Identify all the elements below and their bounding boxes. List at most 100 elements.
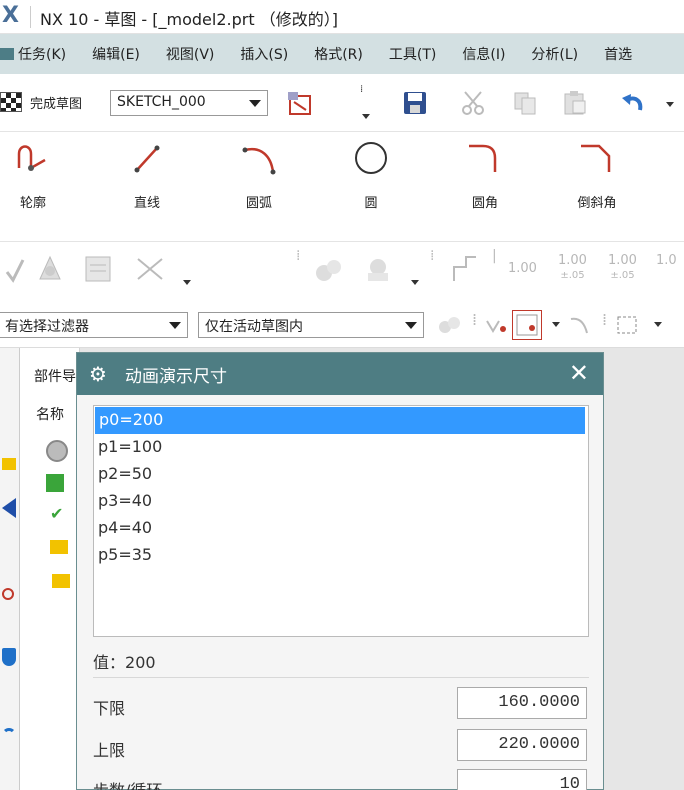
limit-dimension-button[interactable]: 1.00 ±.05 [608,254,637,283]
title-bar: X NX 10 - 草图 - [_model2.prt （修改的）] [0,0,684,34]
divider [93,677,589,678]
tree-node-folder-1[interactable] [50,540,68,554]
corner-dimension-icon[interactable] [448,254,478,284]
relations-browser-icon[interactable] [82,254,112,284]
checkered-flag-icon [0,92,22,112]
selection-box-dropdown-icon[interactable] [654,322,662,327]
make-symmetric-icon[interactable] [134,254,164,284]
undo-dropdown-icon[interactable] [666,102,674,107]
auto-constraint-icon[interactable] [34,254,64,284]
tool-chamfer[interactable]: 倒斜角 [562,138,632,211]
animate-dimension-dialog: ⚙ 动画演示尺寸 ✕ p0=200 p1=100 p2=50 p3=40 p4=… [76,352,604,790]
list-item[interactable]: p0=200 [95,407,585,434]
snap-end-icon[interactable] [482,310,512,340]
wifi-icon[interactable] [2,728,16,742]
menu-bar: 任务(K) 编辑(E) 视图(V) 插入(S) 格式(R) 工具(T) 信息(I… [0,34,684,74]
cut-icon[interactable] [458,88,488,118]
chevron-down-icon [249,100,261,107]
tool-circle[interactable]: 圆 [336,138,406,211]
tool-profile[interactable]: 轮廓 [0,138,68,211]
snap-arc-icon[interactable] [566,310,596,340]
name-column-header[interactable]: 名称 [36,404,64,424]
tool-fillet[interactable]: 圆角 [450,138,520,211]
geometry-icon[interactable] [362,254,392,284]
lower-limit-input[interactable]: 160.0000 [457,687,587,719]
toolbar-grip: | [492,248,497,264]
menu-analysis[interactable]: 分析(L) [531,44,578,64]
tree-node-cameras[interactable] [46,474,64,492]
undo-icon[interactable] [618,88,648,118]
constraint-check-icon[interactable] [0,256,30,286]
chamfer-icon [581,144,611,172]
line-icon [134,145,160,173]
menu-info[interactable]: 信息(I) [462,44,505,64]
dimension-icon[interactable] [312,254,342,284]
menu-task[interactable]: 任务(K) [0,44,66,64]
finish-sketch-button[interactable]: 完成草图 [0,92,82,112]
snap-point-icon[interactable] [434,310,464,340]
dimension-list[interactable]: p0=200 p1=100 p2=50 p3=40 p4=40 p5=35 [93,405,589,637]
steps-per-cycle-input[interactable]: 10 [457,769,587,790]
geometry-dropdown-icon[interactable] [411,280,419,285]
menu-grip-icon [0,48,14,60]
snap-dropdown-icon[interactable] [552,322,560,327]
toolbar-grip: ⁞ [296,248,301,264]
toolbar-grip: ⁞ [360,84,364,95]
gear-icon[interactable]: ⚙ [89,362,115,386]
tool-arc[interactable]: 圆弧 [224,138,294,211]
list-item[interactable]: p2=50 [94,461,588,488]
tree-node-model-views[interactable] [46,440,68,462]
snap-intersection-icon[interactable] [512,310,542,340]
folder-icon[interactable] [2,458,16,470]
copy-icon[interactable] [510,88,540,118]
list-item[interactable]: p5=35 [94,542,588,569]
selection-filter-dropdown[interactable]: 有选择过滤器 [0,312,188,338]
tool-line[interactable]: 直线 [112,138,182,211]
navigator-tab[interactable]: 部件导 [34,366,76,386]
constraint-dropdown-icon[interactable] [183,280,191,285]
nx-logo: X [2,3,19,28]
upper-limit-input[interactable]: 220.0000 [457,729,587,761]
toolbar-grip: ⁞ [430,248,435,264]
list-item[interactable]: p4=40 [94,515,588,542]
tree-node-history[interactable]: ✔ [50,504,63,523]
toolbar-grip: ⁞ [602,310,608,329]
current-value: 值：200 [93,653,156,672]
constraint-toolbar: ⁞ ⁞ | 1.00 1.00 ±.05 1.00 ±.05 1.0 [0,242,684,300]
resource-bar [0,348,20,790]
selection-scope-dropdown[interactable]: 仅在活动草图内 [198,312,424,338]
paste-icon[interactable] [560,88,590,118]
dialog-title: 动画演示尺寸 [125,366,227,387]
title-separator [30,6,31,28]
menu-edit[interactable]: 编辑(E) [92,44,140,64]
list-item[interactable]: p3=40 [94,488,588,515]
assembly-icon[interactable] [2,498,16,518]
dialog-title-bar[interactable]: ⚙ 动画演示尺寸 ✕ [77,353,603,395]
filter-bar: 有选择过滤器 仅在活动草图内 ⁞ ⁞ [0,300,684,348]
toolbar-grip: ⁞ [472,310,478,329]
shield-icon[interactable] [2,648,16,666]
part-navigator: 部件导 名称 ✔ [20,348,80,790]
arc-icon [242,147,276,175]
menu-insert[interactable]: 插入(S) [240,44,288,64]
overflow-arrow-icon[interactable] [362,114,370,119]
menu-tools[interactable]: 工具(T) [389,44,436,64]
tolerance-dimension-button[interactable]: 1.00 ±.05 [558,254,587,283]
basic-dimension-button[interactable]: 1.0 [656,254,677,268]
sketch-settings-icon[interactable] [286,88,316,118]
menu-format[interactable]: 格式(R) [314,44,363,64]
menu-view[interactable]: 视图(V) [166,44,215,64]
save-icon[interactable] [400,88,430,118]
decimal-dimension-button[interactable]: 1.00 [508,262,537,276]
selection-box-icon[interactable] [612,310,642,340]
history-icon[interactable] [2,588,14,600]
menu-preferences[interactable]: 首选 [604,44,632,64]
circle-icon [355,142,387,174]
steps-per-cycle-label: 步数/循环 [93,777,162,790]
list-item[interactable]: p1=100 [94,434,588,461]
tree-node-folder-2[interactable] [52,574,70,588]
lower-limit-label: 下限 [93,699,126,718]
window-title: NX 10 - 草图 - [_model2.prt （修改的）] [40,10,338,29]
close-icon[interactable]: ✕ [569,359,589,387]
sketch-name-dropdown[interactable]: SKETCH_000 [110,90,268,116]
